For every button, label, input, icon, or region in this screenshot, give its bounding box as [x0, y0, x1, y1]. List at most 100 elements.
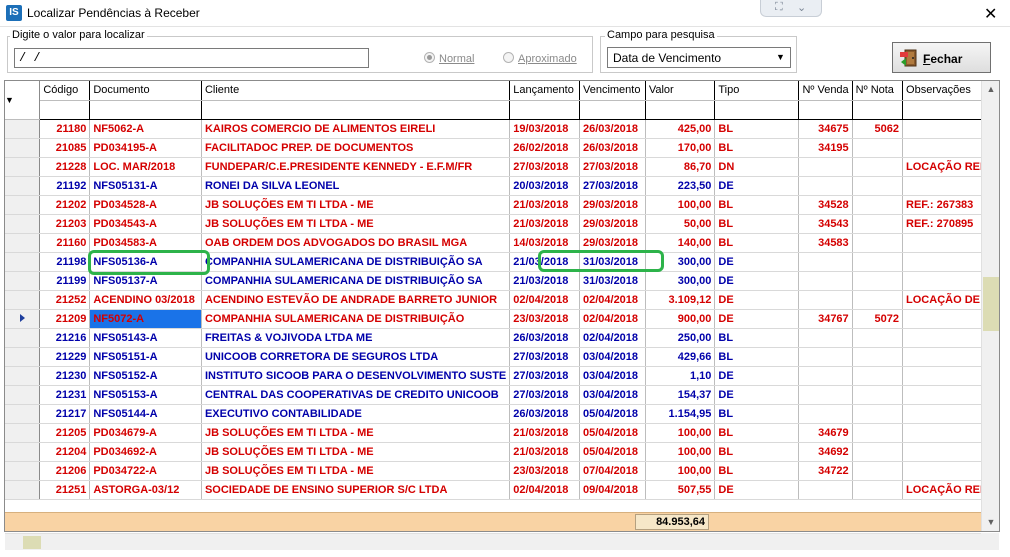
close-window-button[interactable]: ✕ [984, 4, 997, 24]
cell-vencimento[interactable]: 03/04/2018 [579, 385, 646, 405]
cell-documento[interactable]: NFS05153-A [89, 385, 202, 405]
cell-valor[interactable]: 170,00 [645, 138, 716, 158]
cell-nota[interactable] [852, 328, 904, 348]
cell-codigo[interactable]: 21085 [39, 138, 91, 158]
cell-cliente[interactable]: JB SOLUÇÕES EM TI LTDA - ME [201, 195, 511, 215]
cell-documento[interactable]: NFS05152-A [89, 366, 202, 386]
cell-venda[interactable]: 34528 [798, 195, 853, 215]
cell-venda[interactable]: 34767 [798, 309, 853, 329]
cell-lancamento[interactable]: 21/03/2018 [509, 271, 580, 291]
cell-valor[interactable]: 50,00 [645, 214, 716, 234]
cell-documento[interactable]: PD034722-A [89, 461, 202, 481]
cell-vencimento[interactable]: 29/03/2018 [579, 214, 646, 234]
cell-codigo[interactable]: 21198 [39, 252, 91, 272]
row-indicator[interactable] [5, 214, 41, 234]
cell-nota[interactable] [852, 347, 904, 367]
field-select[interactable]: Data de Vencimento ▼ [607, 47, 791, 68]
cell-lancamento[interactable]: 21/03/2018 [509, 252, 580, 272]
cell-nota[interactable] [852, 480, 904, 500]
cell-nota[interactable] [852, 176, 904, 196]
cell-documento[interactable]: NFS05143-A [89, 328, 202, 348]
cell-lancamento[interactable]: 02/04/2018 [509, 480, 580, 500]
cell-nota[interactable] [852, 252, 904, 272]
cell-documento[interactable]: NF5062-A [89, 119, 202, 139]
cell-valor[interactable]: 429,66 [645, 347, 716, 367]
cell-codigo[interactable]: 21203 [39, 214, 91, 234]
table-row[interactable]: 21203 PD034543-A JB SOLUÇÕES EM TI LTDA - … [5, 214, 999, 234]
cell-tipo[interactable]: DE [714, 309, 800, 329]
cell-lancamento[interactable]: 27/03/2018 [509, 366, 580, 386]
table-row[interactable]: 21205 PD034679-A JB SOLUÇÕES EM TI LTDA - … [5, 423, 999, 443]
chevron-down-icon[interactable]: ⌄ [797, 1, 806, 14]
cell-valor[interactable]: 1,10 [645, 366, 716, 386]
cell-venda[interactable]: 34679 [798, 423, 853, 443]
cell-valor[interactable]: 100,00 [645, 442, 716, 462]
cell-vencimento[interactable]: 27/03/2018 [579, 157, 646, 177]
row-indicator[interactable] [5, 480, 41, 500]
cell-tipo[interactable]: BL [714, 233, 800, 253]
cell-nota[interactable] [852, 157, 904, 177]
cell-vencimento[interactable]: 26/03/2018 [579, 138, 646, 158]
row-indicator[interactable] [5, 385, 41, 405]
table-row[interactable]: 21198 NFS05136-A COMPANHIA SULAMERICANA DE… [5, 252, 999, 272]
cell-lancamento[interactable]: 19/03/2018 [509, 119, 580, 139]
row-indicator[interactable] [5, 195, 41, 215]
cell-tipo[interactable]: BL [714, 119, 800, 139]
table-row[interactable]: 21085 PD034195-A FACILITADOC PREP. DE DOCU… [5, 138, 999, 158]
cell-venda[interactable]: 34722 [798, 461, 853, 481]
cell-venda[interactable]: 34583 [798, 233, 853, 253]
row-indicator[interactable] [5, 119, 41, 139]
cell-nota[interactable] [852, 404, 904, 424]
cell-cliente[interactable]: COMPANHIA SULAMERICANA DE DISTRIBUIÇÃO S… [201, 271, 511, 291]
cell-documento[interactable]: NFS05151-A [89, 347, 202, 367]
cell-valor[interactable]: 507,55 [645, 480, 716, 500]
cell-vencimento[interactable]: 05/04/2018 [579, 423, 646, 443]
cell-documento[interactable]: NFS05131-A [89, 176, 202, 196]
cell-lancamento[interactable]: 14/03/2018 [509, 233, 580, 253]
cell-vencimento[interactable]: 03/04/2018 [579, 347, 646, 367]
cell-lancamento[interactable]: 20/03/2018 [509, 176, 580, 196]
cell-valor[interactable]: 250,00 [645, 328, 716, 348]
cell-cliente[interactable]: FUNDEPAR/C.E.PRESIDENTE KENNEDY - E.F.M/… [201, 157, 511, 177]
cell-tipo[interactable]: BL [714, 442, 800, 462]
radio-normal[interactable]: Normal [424, 52, 474, 65]
cell-documento[interactable]: NFS05144-A [89, 404, 202, 424]
cell-tipo[interactable]: BL [714, 347, 800, 367]
col-header-nota[interactable]: Nº Nota [852, 81, 904, 101]
cell-vencimento[interactable]: 05/04/2018 [579, 404, 646, 424]
cell-vencimento[interactable]: 07/04/2018 [579, 461, 646, 481]
radio-aproximado-dot[interactable] [503, 52, 514, 63]
cell-cliente[interactable]: EXECUTIVO CONTABILIDADE [201, 404, 511, 424]
cell-valor[interactable]: 100,00 [645, 195, 716, 215]
cell-vencimento[interactable]: 02/04/2018 [579, 328, 646, 348]
scroll-down-icon[interactable]: ▼ [982, 514, 1000, 531]
cell-nota[interactable] [852, 290, 904, 310]
cell-codigo[interactable]: 21206 [39, 461, 91, 481]
row-indicator[interactable] [5, 404, 41, 424]
radio-normal-dot[interactable] [424, 52, 435, 63]
table-row[interactable]: 21192 NFS05131-A RONEI DA SILVA LEONEL 20/0… [5, 176, 999, 196]
cell-tipo[interactable]: BL [714, 423, 800, 443]
cell-documento[interactable]: PD034543-A [89, 214, 202, 234]
cell-cliente[interactable]: KAIROS COMERCIO DE ALIMENTOS EIRELI [201, 119, 511, 139]
table-row[interactable]: 21231 NFS05153-A CENTRAL DAS COOPERATIVAS … [5, 385, 999, 405]
row-indicator[interactable] [5, 233, 41, 253]
cell-lancamento[interactable]: 27/03/2018 [509, 157, 580, 177]
cell-codigo[interactable]: 21209 [39, 309, 91, 329]
cell-venda[interactable]: 34543 [798, 214, 853, 234]
row-indicator[interactable] [5, 347, 41, 367]
cell-vencimento[interactable]: 31/03/2018 [579, 252, 646, 272]
cell-lancamento[interactable]: 27/03/2018 [509, 347, 580, 367]
cell-lancamento[interactable]: 23/03/2018 [509, 309, 580, 329]
cell-tipo[interactable]: DE [714, 366, 800, 386]
cell-valor[interactable]: 223,50 [645, 176, 716, 196]
cell-valor[interactable]: 100,00 [645, 461, 716, 481]
row-indicator[interactable] [5, 157, 41, 177]
cell-venda[interactable]: 34692 [798, 442, 853, 462]
table-row[interactable]: 21204 PD034692-A JB SOLUÇÕES EM TI LTDA - … [5, 442, 999, 462]
vertical-scroll-thumb[interactable] [983, 277, 999, 331]
cell-codigo[interactable]: 21205 [39, 423, 91, 443]
cell-codigo[interactable]: 21160 [39, 233, 91, 253]
cell-nota[interactable] [852, 214, 904, 234]
cell-venda[interactable]: 34195 [798, 138, 853, 158]
